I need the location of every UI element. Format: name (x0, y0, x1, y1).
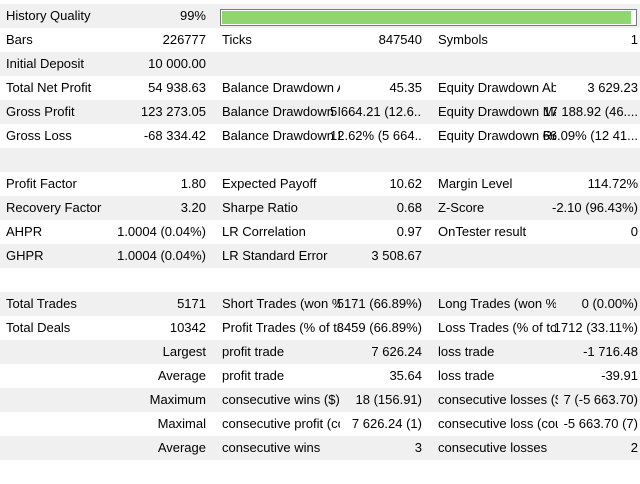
equity-drawdown-abs-value: 3 629.23 (587, 80, 638, 95)
largest-profit-trade-value: 7 626.24 (371, 344, 422, 359)
stats-row-spacer (0, 148, 640, 172)
average-consecutive-losses-value: 2 (630, 440, 638, 455)
balance-drawdown-max-value: 5 664.21 (12.6... (330, 104, 422, 119)
ghpr-value: 1.0004 (0.04%) (117, 248, 206, 263)
stats-row-recovery: Recovery Factor 3.20 Sharpe Ratio 0.68 Z… (0, 196, 640, 220)
stats-row-deposit: Initial Deposit 10 000.00 (0, 52, 640, 76)
average-consecutive-wins-label: consecutive wins (222, 440, 321, 455)
average-loss-trade-value: -39.91 (601, 368, 638, 383)
balance-drawdown-abs-label: Balance Drawdown A... (222, 80, 340, 95)
average-profit-trade-label: profit trade (222, 368, 285, 383)
maximal-consecutive-profit-label: consecutive profit (co... (222, 416, 340, 431)
sharpe-ratio-label: Sharpe Ratio (222, 200, 298, 215)
equity-drawdown-max-value: 17 188.92 (46.... (543, 104, 638, 119)
total-trades-value: 5171 (177, 296, 206, 311)
history-quality-row: History Quality 99% (0, 4, 640, 28)
stats-row-spacer (0, 268, 640, 292)
balance-drawdown-max-label: Balance Drawdown M... (222, 104, 340, 119)
max-consecutive-wins-value: 18 (156.91) (355, 392, 423, 407)
stats-row-net-profit: Total Net Profit 54 938.63 Balance Drawd… (0, 76, 640, 100)
z-score-value: -2.10 (96.43%) (552, 200, 638, 215)
profit-trades-label: Profit Trades (% of tot... (222, 320, 340, 335)
total-net-profit-value: 54 938.63 (148, 80, 206, 95)
lr-correlation-value: 0.97 (396, 224, 422, 239)
ticks-label: Ticks (222, 32, 252, 47)
max-consecutive-losses-value: 7 (-5 663.70) (563, 392, 638, 407)
maximal-consecutive-profit-value: 7 626.24 (1) (351, 416, 422, 431)
profit-factor-value: 1.80 (180, 176, 206, 191)
average-consecutive-wins-value: 3 (414, 440, 422, 455)
stats-row-total-trades: Total Trades 5171 Short Trades (won %) 5… (0, 292, 640, 316)
history-quality-value: 99% (179, 8, 206, 23)
ahpr-value: 1.0004 (0.04%) (117, 224, 206, 239)
expected-payoff-label: Expected Payoff (222, 176, 317, 191)
margin-level-value: 114.72% (587, 176, 638, 191)
maximal-label: Maximal (157, 416, 206, 431)
stats-row-maximum: Maximum consecutive wins ($) 18 (156.91)… (0, 388, 640, 412)
history-quality-bar-fill (222, 11, 631, 24)
symbols-value: 1 (630, 32, 638, 47)
short-trades-label: Short Trades (won %) (222, 296, 340, 311)
short-trades-value: 5171 (66.89%) (336, 296, 422, 311)
stats-row-gross-profit: Gross Profit 123 273.05 Balance Drawdown… (0, 100, 640, 124)
lr-correlation-label: LR Correlation (222, 224, 306, 239)
bars-value: 226777 (162, 32, 206, 47)
stats-row-total-deals: Total Deals 10342 Profit Trades (% of to… (0, 316, 640, 340)
balance-drawdown-abs-value: 45.35 (389, 80, 422, 95)
history-quality-bar (220, 9, 637, 26)
stats-row-profit-factor: Profit Factor 1.80 Expected Payoff 10.62… (0, 172, 640, 196)
lr-standard-error-label: LR Standard Error (222, 248, 328, 263)
stats-row-ahpr: AHPR 1.0004 (0.04%) LR Correlation 0.97 … (0, 220, 640, 244)
recovery-factor-value: 3.20 (180, 200, 206, 215)
average-consecutive-label: Average (157, 440, 206, 455)
average-profit-trade-value: 35.64 (389, 368, 422, 383)
stats-row-average: Average profit trade 35.64 loss trade -3… (0, 364, 640, 388)
stats-row-spacer (0, 460, 640, 484)
balance-drawdown-rel-value: 12.62% (5 664.... (330, 128, 422, 143)
lr-standard-error-value: 3 508.67 (371, 248, 422, 263)
largest-loss-trade-value: -1 716.48 (583, 344, 638, 359)
equity-drawdown-rel-value: 66.09% (12 41... (542, 128, 638, 143)
ticks-value: 847540 (378, 32, 422, 47)
stats-row-maximal: Maximal consecutive profit (co... 7 626.… (0, 412, 640, 436)
stats-row-average-consecutive: Average consecutive wins 3 consecutive l… (0, 436, 640, 460)
average-label: Average (157, 368, 206, 383)
stats-row-ghpr: GHPR 1.0004 (0.04%) LR Standard Error 3 … (0, 244, 640, 268)
max-consecutive-wins-label: consecutive wins ($) (222, 392, 340, 407)
gross-profit-value: 123 273.05 (140, 104, 206, 119)
largest-label: Largest (162, 344, 206, 359)
maximum-label: Maximum (149, 392, 206, 407)
stats-row-bars: Bars 226777 Ticks 847540 Symbols 1 (0, 28, 640, 52)
expected-payoff-value: 10.62 (389, 176, 422, 191)
maximal-consecutive-loss-value: -5 663.70 (7) (563, 416, 638, 431)
long-trades-value: 0 (0.00%) (581, 296, 638, 311)
loss-trades-value: 1712 (33.11%) (553, 320, 638, 335)
total-deals-value: 10342 (169, 320, 206, 335)
gross-loss-value: -68 334.42 (143, 128, 206, 143)
initial-deposit-value: 10 000.00 (148, 56, 206, 71)
stats-row-largest: Largest profit trade 7 626.24 loss trade… (0, 340, 640, 364)
stats-row-gross-loss: Gross Loss -68 334.42 Balance Drawdown R… (0, 124, 640, 148)
balance-drawdown-rel-label: Balance Drawdown Re... (222, 128, 340, 143)
ontester-result-value: 0 (630, 224, 638, 239)
profit-trades-value: 3459 (66.89%) (336, 320, 422, 335)
sharpe-ratio-value: 0.68 (396, 200, 422, 215)
largest-profit-trade-label: profit trade (222, 344, 285, 359)
